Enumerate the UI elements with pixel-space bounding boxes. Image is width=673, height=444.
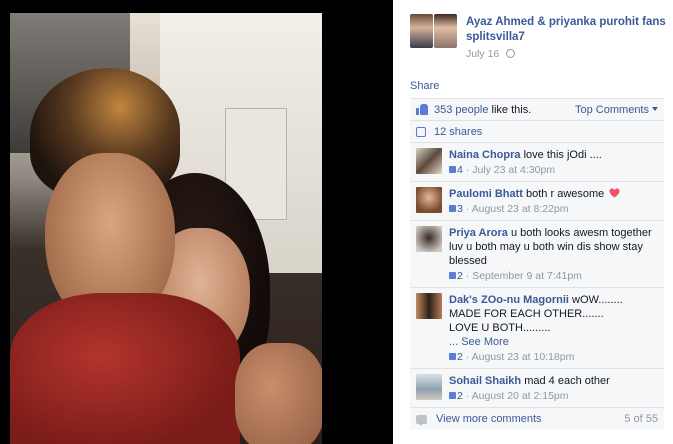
commenter-avatar[interactable]	[416, 148, 442, 174]
like-icon	[449, 166, 456, 173]
post-photo[interactable]	[0, 0, 393, 444]
comment-text-line: LOVE U BOTH.........	[449, 322, 551, 334]
like-icon	[449, 353, 456, 360]
caret-down-icon	[652, 106, 658, 111]
comment-item: Sohail Shaikh mad 4 each other 2 · Augus…	[410, 369, 664, 408]
feedback-box: 353 people like this. Top Comments 12 sh…	[410, 98, 664, 430]
post-date[interactable]: July 16	[466, 48, 516, 60]
comment-meta: 3 · August 23 at 8:22pm	[449, 202, 658, 216]
commenter-name[interactable]: Dak's ZOo-nu Magornii	[449, 294, 569, 306]
like-icon	[449, 392, 456, 399]
comment-time[interactable]: July 23 at 4:30pm	[472, 164, 555, 176]
top-comments-dropdown[interactable]: Top Comments	[575, 104, 658, 116]
commenter-name[interactable]: Naina Chopra	[449, 149, 521, 161]
comment-like-count[interactable]: 3	[457, 203, 463, 215]
see-more-link[interactable]: ... See More	[449, 335, 658, 349]
shares-link[interactable]: 12 shares	[434, 126, 482, 138]
comment-meta: 2 · August 23 at 10:18pm	[449, 350, 658, 364]
like-icon	[449, 205, 456, 212]
post-sidebar: Ayaz Ahmed & priyanka purohit fans split…	[393, 0, 673, 444]
comment-item: Naina Chopra love this jOdi .... 4 · Jul…	[410, 143, 664, 182]
commenter-avatar[interactable]	[416, 226, 442, 252]
globe-icon	[506, 49, 516, 58]
likes-suffix: like this.	[488, 103, 532, 116]
share-icon	[416, 126, 426, 137]
likes-row: 353 people like this. Top Comments	[410, 99, 664, 121]
commenter-name[interactable]: Sohail Shaikh	[449, 375, 521, 387]
comment-text: mad 4 each other	[524, 375, 610, 387]
comment-item: Priya Arora u both looks awesm together …	[410, 221, 664, 288]
comment-item: Dak's ZOo-nu Magornii wOW........ MADE F…	[410, 288, 664, 369]
comment-time[interactable]: September 9 at 7:41pm	[472, 270, 582, 282]
like-icon	[416, 104, 428, 115]
commenter-avatar[interactable]	[416, 187, 442, 213]
comment-like-count[interactable]: 2	[457, 351, 463, 363]
commenter-avatar[interactable]	[416, 293, 442, 319]
heart-icon	[609, 188, 620, 198]
comment-meta: 2 · September 9 at 7:41pm	[449, 269, 658, 283]
top-comments-label: Top Comments	[575, 103, 649, 116]
comment-time[interactable]: August 23 at 8:22pm	[472, 203, 569, 215]
comment-meta: 2 · August 20 at 2:15pm	[449, 389, 658, 403]
commenter-name[interactable]: Paulomi Bhatt	[449, 188, 523, 200]
comment-time[interactable]: August 23 at 10:18pm	[472, 351, 575, 363]
comment-time[interactable]: August 20 at 2:15pm	[472, 390, 569, 402]
shares-row: 12 shares	[410, 121, 664, 143]
comment-like-count[interactable]: 4	[457, 164, 463, 176]
photo-image	[10, 13, 322, 444]
comment-icon	[416, 414, 427, 426]
comment-text: both r awesome	[526, 188, 605, 200]
post-header: Ayaz Ahmed & priyanka purohit fans split…	[410, 14, 673, 64]
comment-text-line: MADE FOR EACH OTHER.......	[449, 308, 604, 320]
commenter-avatar[interactable]	[416, 374, 442, 400]
view-more-row: View more comments 5 of 55	[410, 408, 664, 430]
comment-text: love this jOdi ....	[523, 149, 602, 161]
view-more-comments-link[interactable]: View more comments	[436, 413, 542, 425]
comment-meta: 4 · July 23 at 4:30pm	[449, 163, 658, 177]
comment-like-count[interactable]: 2	[457, 390, 463, 402]
comment-item: Paulomi Bhatt both r awesome 3 · August …	[410, 182, 664, 221]
share-link[interactable]: Share	[410, 80, 439, 92]
comment-like-count[interactable]: 2	[457, 270, 463, 282]
post-date-text[interactable]: July 16	[466, 48, 499, 60]
commenter-name[interactable]: Priya Arora	[449, 227, 508, 239]
likes-count-link[interactable]: 353 people	[434, 104, 488, 116]
comment-text: wOW........	[572, 294, 623, 306]
like-icon	[449, 272, 456, 279]
comment-paging: 5 of 55	[624, 413, 658, 425]
page-avatar[interactable]	[410, 14, 458, 48]
page-name-link[interactable]: Ayaz Ahmed & priyanka purohit fans split…	[466, 15, 673, 45]
